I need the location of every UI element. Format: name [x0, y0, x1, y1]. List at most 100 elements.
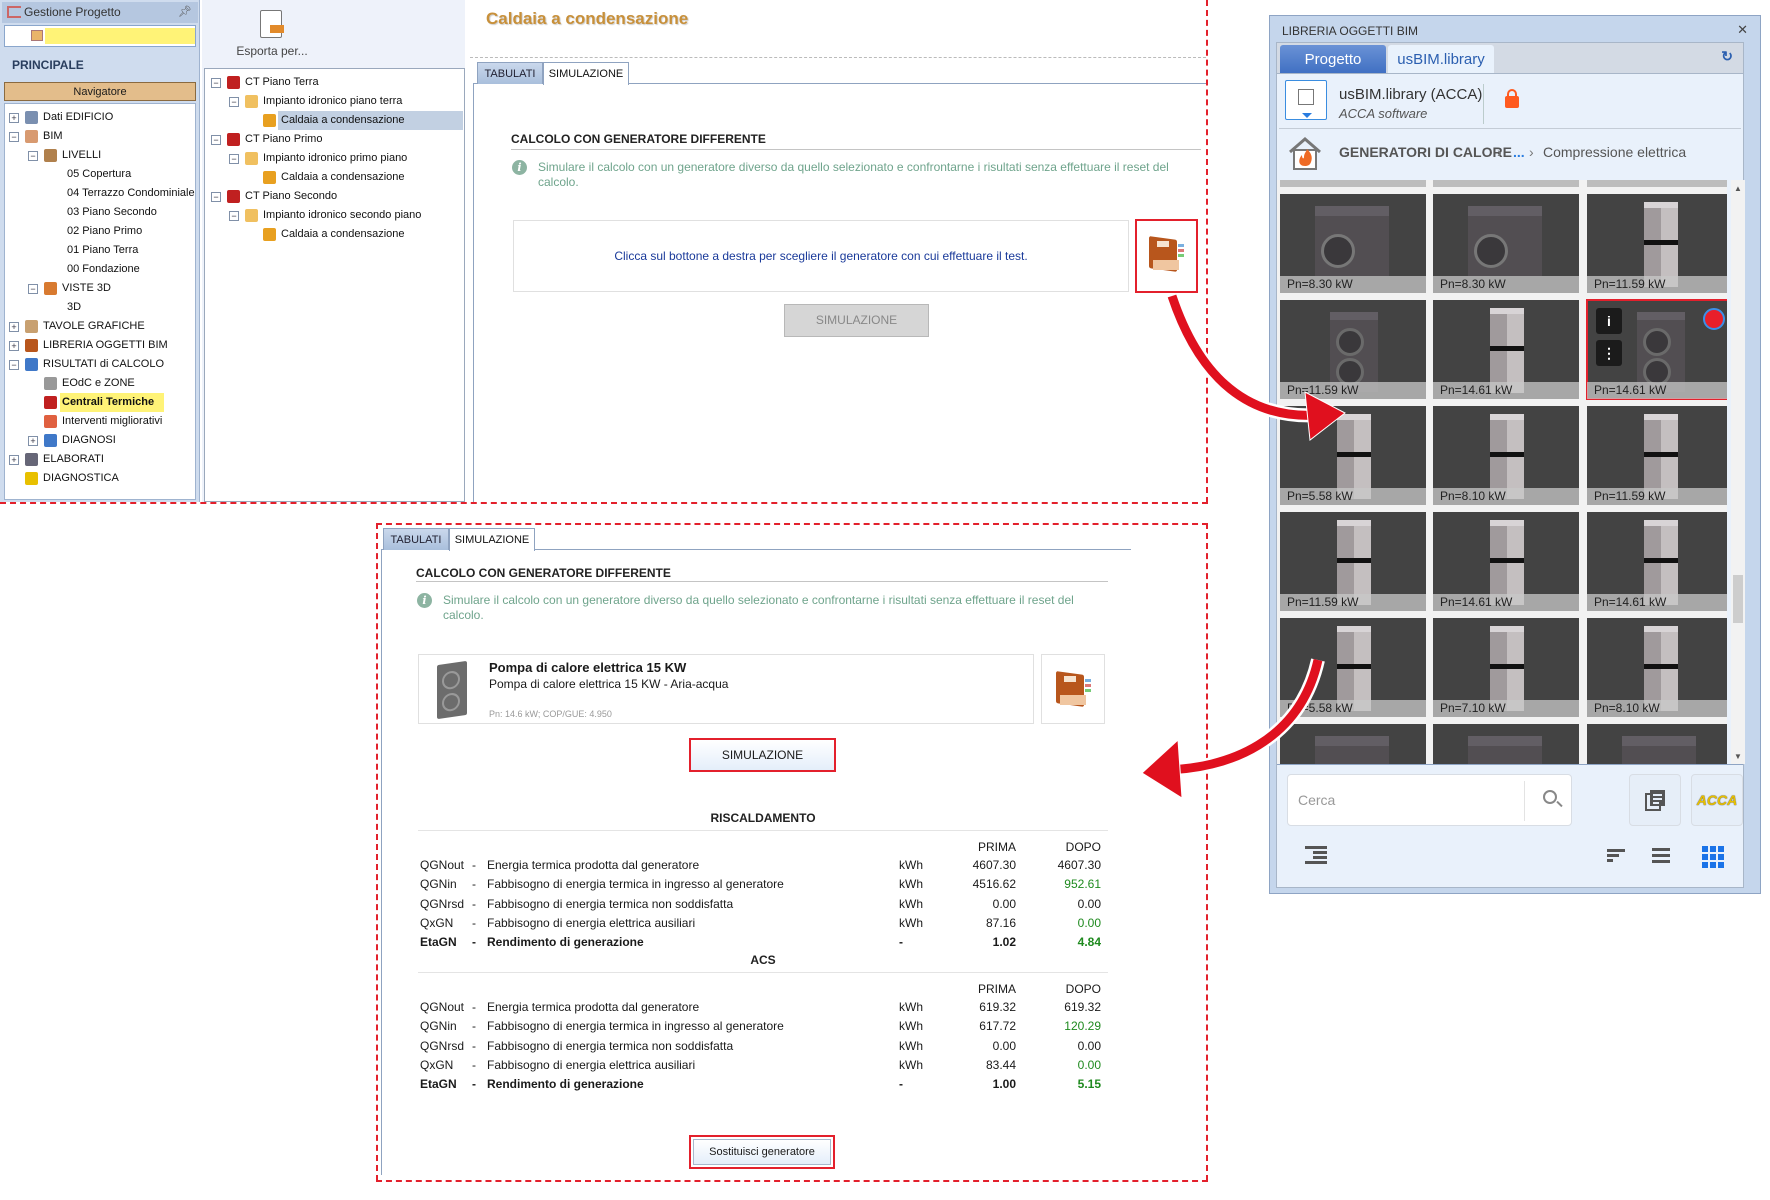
choose-generator-button[interactable]: [1135, 219, 1198, 293]
tree-item[interactable]: +ELABORATI: [5, 450, 195, 469]
tree-item[interactable]: −CT Piano Secondo: [205, 187, 464, 206]
grid-scrollbar[interactable]: ▲ ▼: [1731, 180, 1745, 764]
tree-item[interactable]: 02 Piano Primo: [5, 222, 195, 241]
tree-item[interactable]: 01 Piano Terra: [5, 241, 195, 260]
tree-item[interactable]: +DIAGNOSI: [5, 431, 195, 450]
collapse-icon[interactable]: −: [211, 135, 221, 145]
project-selector[interactable]: [4, 25, 196, 47]
tree-item[interactable]: +TAVOLE GRAFICHE: [5, 317, 195, 336]
breadcrumb-root[interactable]: GENERATORI DI CALORE: [1339, 144, 1512, 160]
filter-sliders-icon[interactable]: [1652, 846, 1674, 864]
refresh-icon[interactable]: ↻: [1721, 48, 1733, 65]
library-object-tile[interactable]: Pn=11.59 kW: [1587, 194, 1727, 293]
tree-item[interactable]: −BIM: [5, 127, 195, 146]
scrollbar-thumb[interactable]: [1733, 575, 1743, 623]
library-object-tile[interactable]: Pn=8.30 kW: [1433, 194, 1579, 293]
tree-item[interactable]: EOdC e ZONE: [5, 374, 195, 393]
library-object-tile[interactable]: [1280, 724, 1426, 764]
collapse-icon[interactable]: −: [28, 151, 38, 161]
expand-icon[interactable]: +: [9, 322, 19, 332]
tab-simulazione[interactable]: SIMULAZIONE: [449, 528, 535, 551]
tree-item[interactable]: Interventi migliorativi: [5, 412, 195, 431]
search-input[interactable]: Cerca: [1287, 774, 1572, 826]
tree-item[interactable]: −LIVELLI: [5, 146, 195, 165]
breadcrumb-ellipsis[interactable]: ...: [1513, 144, 1525, 160]
acca-logo[interactable]: ACCA: [1691, 774, 1743, 826]
navigator-button[interactable]: Navigatore: [4, 82, 196, 101]
project-name-field[interactable]: [45, 28, 195, 44]
expand-icon[interactable]: +: [28, 436, 38, 446]
tree-item[interactable]: −VISTE 3D: [5, 279, 195, 298]
tree-item[interactable]: 05 Copertura: [5, 165, 195, 184]
tree-item[interactable]: −CT Piano Terra: [205, 73, 464, 92]
choose-generator-button[interactable]: [1041, 654, 1105, 724]
tree-item[interactable]: DIAGNOSTICA: [5, 469, 195, 488]
close-icon[interactable]: ✕: [1737, 22, 1748, 38]
tree-item[interactable]: +Dati EDIFICIO: [5, 108, 195, 127]
library-object-tile[interactable]: Pn=11.59 kW: [1280, 300, 1426, 399]
library-object-tile[interactable]: [1433, 180, 1579, 187]
library-object-tile[interactable]: Pn=14.61 kW: [1433, 512, 1579, 611]
scroll-down-icon[interactable]: ▼: [1734, 752, 1742, 761]
library-object-tile[interactable]: [1587, 180, 1727, 187]
tree-item[interactable]: −Impianto idronico secondo piano: [205, 206, 464, 225]
tree-item[interactable]: 04 Terrazzo Condominiale: [5, 184, 195, 203]
library-object-tile[interactable]: [1587, 724, 1727, 764]
library-object-tile[interactable]: Pn=8.10 kW: [1587, 618, 1727, 717]
library-object-tile[interactable]: Pn=14.61 kW: [1587, 512, 1727, 611]
library-source-selector[interactable]: [1285, 80, 1327, 120]
collapse-icon[interactable]: −: [229, 154, 239, 164]
search-icon[interactable]: [1543, 790, 1557, 804]
collapse-icon[interactable]: −: [211, 192, 221, 202]
pin-icon[interactable]: 📌︎: [178, 5, 192, 18]
collapse-icon[interactable]: −: [229, 211, 239, 221]
home-heat-icon[interactable]: [1287, 135, 1323, 171]
tree-item[interactable]: 00 Fondazione: [5, 260, 195, 279]
library-object-tile[interactable]: Pn=11.59 kW: [1587, 406, 1727, 505]
catalog-button[interactable]: [1629, 774, 1681, 826]
tree-item[interactable]: −Impianto idronico primo piano: [205, 149, 464, 168]
grid-view-icon[interactable]: [1702, 846, 1724, 864]
tree-item[interactable]: −Impianto idronico piano terra: [205, 92, 464, 111]
simulate-button[interactable]: SIMULAZIONE: [689, 738, 836, 772]
tab-tabulati[interactable]: TABULATI: [477, 62, 543, 84]
library-object-tile[interactable]: Pn=7.10 kW: [1433, 618, 1579, 717]
tree-item[interactable]: 03 Piano Secondo: [5, 203, 195, 222]
collapse-icon[interactable]: −: [229, 97, 239, 107]
sort-icon[interactable]: [1607, 846, 1629, 864]
indent-list-icon[interactable]: [1305, 846, 1327, 864]
library-object-tile[interactable]: Pn=8.10 kW: [1433, 406, 1579, 505]
replace-generator-button[interactable]: Sostituisci generatore: [689, 1135, 835, 1169]
select-radio[interactable]: [1703, 308, 1725, 330]
library-object-tile[interactable]: Pn=14.61 kWi⋮: [1587, 300, 1727, 399]
library-object-tile[interactable]: [1280, 180, 1426, 187]
more-options-icon[interactable]: ⋮: [1596, 340, 1622, 366]
collapse-icon[interactable]: −: [211, 78, 221, 88]
tree-item[interactable]: +LIBRERIA OGGETTI BIM: [5, 336, 195, 355]
expand-icon[interactable]: +: [9, 455, 19, 465]
library-object-tile[interactable]: Pn=5.58 kW: [1280, 406, 1426, 505]
export-button[interactable]: Esporta per...: [240, 10, 300, 58]
collapse-icon[interactable]: −: [28, 284, 38, 294]
tree-item[interactable]: −CT Piano Primo: [205, 130, 464, 149]
expand-icon[interactable]: +: [9, 113, 19, 123]
tab-simulazione[interactable]: SIMULAZIONE: [543, 62, 629, 85]
tree-item[interactable]: Caldaia a condensazione: [205, 168, 464, 187]
expand-icon[interactable]: +: [9, 341, 19, 351]
tree-item[interactable]: Caldaia a condensazione: [205, 225, 464, 244]
tree-item[interactable]: 3D: [5, 298, 195, 317]
library-object-tile[interactable]: Pn=14.61 kW: [1433, 300, 1579, 399]
library-object-tile[interactable]: Pn=5.58 kW: [1280, 618, 1426, 717]
library-object-tile[interactable]: Pn=8.30 kW: [1280, 194, 1426, 293]
tab-tabulati[interactable]: TABULATI: [383, 528, 449, 550]
library-object-tile[interactable]: [1433, 724, 1579, 764]
scroll-up-icon[interactable]: ▲: [1734, 184, 1742, 193]
collapse-icon[interactable]: −: [9, 360, 19, 370]
collapse-icon[interactable]: −: [9, 132, 19, 142]
simulate-button-disabled[interactable]: SIMULAZIONE: [784, 304, 929, 337]
tab-progetto[interactable]: Progetto: [1280, 45, 1386, 74]
info-icon[interactable]: i: [1596, 308, 1622, 334]
tab-usbim-library[interactable]: usBIM.library: [1388, 45, 1494, 74]
tree-item[interactable]: −RISULTATI di CALCOLO: [5, 355, 195, 374]
tree-item[interactable]: Centrali Termiche: [5, 393, 195, 412]
